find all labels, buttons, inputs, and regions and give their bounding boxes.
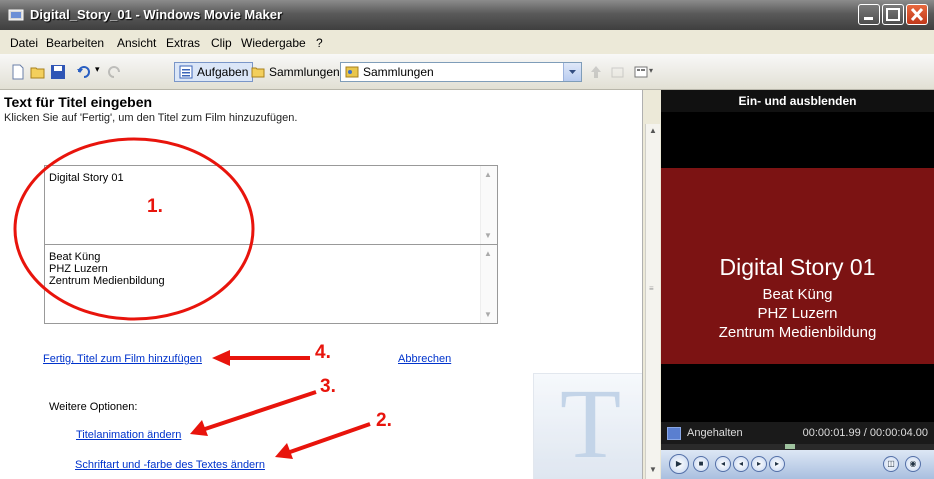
collections-dropdown[interactable]: Sammlungen — [340, 62, 582, 82]
new-project-icon[interactable] — [10, 64, 26, 80]
title-preview-slide: Digital Story 01 Beat Küng PHZ Luzern Ze… — [661, 168, 934, 364]
menu-extras[interactable]: Extras — [166, 36, 200, 50]
preview-monitor: Ein- und ausblenden Digital Story 01 Bea… — [661, 90, 934, 479]
preview-header: Ein- und ausblenden — [661, 90, 934, 112]
done-add-title-link[interactable]: Fertig, Titel zum Film hinzufügen — [43, 353, 202, 365]
more-options-label: Weitere Optionen: — [49, 401, 138, 413]
tasks-button[interactable]: Aufgaben — [174, 62, 254, 82]
minimize-button[interactable] — [858, 4, 880, 25]
menu-clip[interactable]: Clip — [211, 36, 232, 50]
task-pane-scrollbar[interactable]: ▲ ≡ ▼ — [645, 124, 660, 479]
menu-datei[interactable]: Datei — [10, 36, 38, 50]
cancel-link[interactable]: Abbrechen — [398, 353, 451, 365]
annotation-circle — [13, 137, 255, 321]
close-button[interactable] — [906, 4, 928, 25]
scroll-down-icon[interactable]: ▼ — [648, 465, 658, 477]
annotation-arrow-3 — [190, 390, 317, 436]
menu-ansicht[interactable]: Ansicht — [117, 36, 156, 50]
play-button-icon[interactable]: ▶ — [669, 454, 689, 474]
collections-folder-icon — [251, 67, 265, 78]
annotation-arrow-2 — [275, 422, 371, 459]
window-title: Digital_Story_01 - Windows Movie Maker — [30, 7, 283, 22]
title-task-pane: Text für Titel eingeben Klicken Sie auf … — [0, 90, 643, 479]
annotation-arrow-4 — [212, 350, 310, 366]
seek-thumb[interactable] — [785, 444, 795, 449]
annotation-2: 2. — [376, 410, 392, 431]
annotation-3: 3. — [320, 376, 336, 397]
playback-time: 00:00:01.99 / 00:00:04.00 — [802, 427, 928, 439]
preview-line-3: Zentrum Medienbildung — [718, 324, 877, 341]
tasks-label: Aufgaben — [197, 65, 249, 79]
preview-line-1: Beat Küng — [762, 286, 833, 303]
collections-button[interactable]: Sammlungen — [246, 62, 345, 82]
playback-status-text: Angehalten — [687, 427, 743, 439]
new-collection-icon — [611, 67, 624, 78]
views-chevron-icon[interactable]: ▾ — [649, 66, 653, 75]
dropdown-arrow-icon[interactable] — [563, 63, 581, 81]
forward-icon[interactable]: ▸ — [751, 456, 767, 472]
menu-bearbeiten[interactable]: Bearbeiten — [46, 36, 104, 50]
annotation-overlay — [13, 137, 371, 459]
scroll-up-icon[interactable]: ▲ — [648, 126, 658, 138]
window-titlebar: Digital_Story_01 - Windows Movie Maker — [0, 0, 934, 30]
redo-icon — [108, 66, 120, 78]
scrollbar-grip-icon[interactable]: ≡ — [649, 284, 657, 296]
annotation-1: 1. — [147, 196, 163, 217]
undo-icon[interactable] — [76, 64, 92, 80]
open-project-icon[interactable] — [30, 64, 46, 80]
annotation-4: 4. — [315, 342, 331, 363]
tasks-icon — [179, 65, 193, 79]
toolbar: ▾ Aufgaben Sammlungen Sammlungen ▾ — [0, 54, 934, 90]
playback-controls: ▶ ■ ◂ ◂ ▸ ▸ ◫ ◉ — [661, 450, 934, 479]
change-font-color-link[interactable]: Schriftart und -farbe des Textes ändern — [75, 459, 265, 471]
menu-bar: Datei Bearbeiten Ansicht Extras Clip Wie… — [0, 30, 934, 54]
stop-button-icon[interactable]: ■ — [693, 456, 709, 472]
split-clip-icon[interactable]: ◫ — [883, 456, 899, 472]
playback-status-bar: Angehalten 00:00:01.99 / 00:00:04.00 — [661, 422, 934, 444]
rewind-icon[interactable]: ◂ — [733, 456, 749, 472]
movie-maker-app-icon — [8, 9, 24, 21]
next-frame-icon[interactable]: ▸ — [769, 456, 785, 472]
menu-wiedergabe[interactable]: Wiedergabe — [241, 36, 306, 50]
collections-dropdown-value: Sammlungen — [363, 65, 434, 79]
collections-label: Sammlungen — [269, 65, 340, 79]
previous-frame-icon[interactable]: ◂ — [715, 456, 731, 472]
save-icon[interactable] — [50, 64, 66, 80]
change-title-animation-link[interactable]: Titelanimation ändern — [76, 429, 181, 441]
preview-line-2: PHZ Luzern — [757, 305, 838, 322]
maximize-button[interactable] — [882, 4, 904, 25]
monitor-status-icon — [667, 427, 681, 440]
up-folder-icon — [591, 66, 601, 78]
preview-title-text: Digital Story 01 — [719, 254, 876, 280]
undo-dropdown-chevron-icon[interactable]: ▾ — [95, 64, 100, 75]
snapshot-icon[interactable]: ◉ — [905, 456, 921, 472]
views-icon[interactable] — [634, 64, 650, 80]
collections-dropdown-icon — [345, 66, 359, 78]
menu-help[interactable]: ? — [316, 36, 323, 50]
